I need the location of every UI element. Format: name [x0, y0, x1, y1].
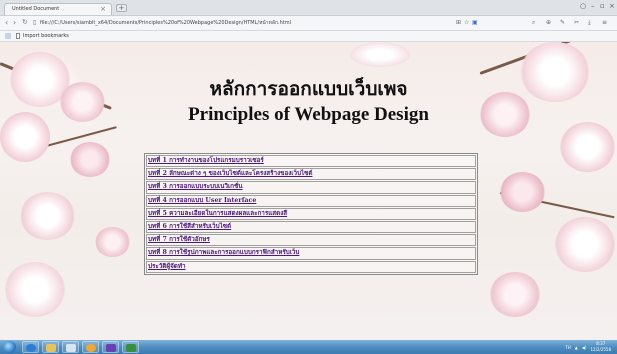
address-field[interactable] [40, 18, 480, 28]
blossom-decoration [350, 42, 410, 67]
taskbar-app-button[interactable] [82, 341, 99, 353]
table-cell: บทที่ 5 ความละเอียดในการแสดงผลและการแสดง… [146, 207, 476, 220]
taskbar-app-button[interactable] [62, 341, 79, 353]
chapter-table: บทที่ 1 การทำงานของโปรแกรมบราวเซอร์ บทที… [144, 153, 478, 275]
bookmarks-bar: Import bookmarks [0, 31, 617, 42]
blossom-decoration [20, 192, 75, 240]
table-cell: บทที่ 3 การออกแบบระบบเนวิเกชั่น [146, 181, 476, 194]
table-row: บทที่ 4 การออกแบบ User Interface [146, 194, 476, 207]
clock-date: 12/2/2558 [590, 347, 611, 352]
bookmark-label: Import bookmarks [23, 33, 69, 39]
blossom-decoration [95, 227, 130, 257]
toolbar-icon[interactable]: ✎ [560, 19, 565, 26]
start-button[interactable] [3, 341, 16, 353]
page-icon: ▯ [33, 19, 37, 26]
search-icon[interactable]: ⌕ [532, 19, 535, 26]
chrome-icon [86, 344, 96, 352]
blossom-decoration [490, 272, 540, 317]
document-icon [16, 33, 20, 39]
table-cell: ประวัติผู้จัดทำ [146, 260, 476, 273]
table-cell: บทที่ 4 การออกแบบ User Interface [146, 194, 476, 207]
blossom-decoration [500, 172, 545, 212]
network-icon[interactable]: ▲ [575, 345, 578, 350]
chapter-1-link[interactable]: บทที่ 1 การทำงานของโปรแกรมบราวเซอร์ [148, 157, 264, 164]
table-cell: บทที่ 7 การใช้ตัวอักษร [146, 234, 476, 247]
blossom-decoration [70, 142, 110, 177]
taskbar-app-button[interactable] [22, 341, 39, 353]
clock[interactable]: 8:37 12/2/2558 [590, 341, 611, 353]
author-history-link[interactable]: ประวัติผู้จัดทำ [148, 263, 186, 270]
table-row: บทที่ 1 การทำงานของโปรแกรมบราวเซอร์ [146, 155, 476, 168]
clock-time: 8:37 [596, 341, 606, 346]
close-window-icon[interactable]: × [609, 2, 615, 11]
chapter-3-link[interactable]: บทที่ 3 การออกแบบระบบเนวิเกชั่น [148, 183, 243, 190]
menu-icon[interactable]: ≡ [602, 19, 607, 26]
media-icon [106, 344, 116, 352]
navigation-bar: ‹ › ↻ ▯ ⊞ ☆ ▣ ⌕ ⊕ ✎ ✂ ⤓ ≡ [0, 16, 617, 31]
chapter-7-link[interactable]: บทที่ 7 การใช้ตัวอักษร [148, 236, 210, 243]
blossom-decoration [5, 262, 65, 317]
table-row: บทที่ 2 ลักษณะต่าง ๆ ของเว็บไซต์และโครงส… [146, 168, 476, 181]
table-row: บทที่ 7 การใช้ตัวอักษร [146, 234, 476, 247]
table-row: บทที่ 8 การใช้รูปภาพและการออกแบบกราฟิกสำ… [146, 247, 476, 260]
volume-icon[interactable]: ◀) [582, 345, 587, 350]
chapter-6-link[interactable]: บทที่ 6 การใช้สีสำหรับเว็บไซต์ [148, 223, 231, 230]
new-tab-button[interactable]: + [116, 4, 127, 12]
toolbar-icon[interactable]: ⊕ [546, 19, 551, 26]
toolbar-icon[interactable]: ✂ [574, 19, 579, 26]
page-title-english: Principles of Webpage Design [188, 104, 429, 125]
table-cell: บทที่ 6 การใช้สีสำหรับเว็บไซต์ [146, 220, 476, 234]
table-row: บทที่ 6 การใช้สีสำหรับเว็บไซต์ [146, 220, 476, 234]
folder-icon [46, 344, 56, 352]
close-tab-icon[interactable]: × [100, 5, 106, 13]
download-icon[interactable]: ⤓ [588, 19, 591, 26]
taskbar-app-button[interactable] [42, 341, 59, 353]
minimize-icon[interactable]: – [591, 2, 595, 11]
table-cell: บทที่ 2 ลักษณะต่าง ๆ ของเว็บไซต์และโครงส… [146, 168, 476, 181]
blossom-decoration [560, 122, 615, 172]
chapter-8-link[interactable]: บทที่ 8 การใช้รูปภาพและการออกแบบกราฟิกสำ… [148, 249, 299, 256]
chapter-2-link[interactable]: บทที่ 2 ลักษณะต่าง ๆ ของเว็บไซต์และโครงส… [148, 170, 313, 177]
taskbar-app-button[interactable] [102, 341, 119, 353]
maximize-icon[interactable]: ▫ [600, 2, 605, 11]
chapter-4-link[interactable]: บทที่ 4 การออกแบบ User Interface [148, 197, 256, 204]
table-cell: บทที่ 1 การทำงานของโปรแกรมบราวเซอร์ [146, 155, 476, 168]
tab-untitled-document[interactable]: Untitled Document × [4, 3, 112, 15]
back-icon[interactable]: ‹ [5, 18, 8, 27]
table-row: ประวัติผู้จัดทำ [146, 260, 476, 273]
bookmark-star-icon[interactable]: ☆ [464, 19, 469, 26]
forward-icon[interactable]: › [13, 18, 16, 27]
extension-icon[interactable]: ▣ [472, 19, 478, 26]
chapter-5-link[interactable]: บทที่ 5 ความละเอียดในการแสดงผลและการแสดง… [148, 210, 287, 217]
taskbar-app-button[interactable] [122, 341, 139, 353]
table-row: บทที่ 3 การออกแบบระบบเนวิเกชั่น [146, 181, 476, 194]
bookmark-item[interactable]: Import bookmarks [16, 32, 69, 40]
page-viewport: หลักการออกแบบเว็บเพจ Principles of Webpa… [0, 42, 617, 340]
translate-icon[interactable]: ⊞ [456, 19, 461, 26]
apps-icon[interactable] [5, 33, 11, 39]
tab-title: Untitled Document [12, 6, 60, 12]
reload-icon[interactable]: ↻ [22, 18, 28, 27]
table-cell: บทที่ 8 การใช้รูปภาพและการออกแบบกราฟิกสำ… [146, 247, 476, 260]
user-icon[interactable]: ○ [580, 2, 586, 11]
internet-explorer-icon [26, 344, 36, 352]
system-tray: TH ▲ ◀) 8:37 12/2/2558 [565, 341, 611, 353]
document-icon [66, 344, 76, 352]
taskbar: TH ▲ ◀) 8:37 12/2/2558 [0, 340, 617, 354]
blossom-decoration [555, 217, 615, 272]
table-row: บทที่ 5 ความละเอียดในการแสดงผลและการแสดง… [146, 207, 476, 220]
page-title-thai: หลักการออกแบบเว็บเพจ [209, 78, 408, 100]
language-indicator[interactable]: TH [565, 345, 570, 350]
dreamweaver-icon [126, 344, 136, 352]
tab-strip: Untitled Document × + ○ – ▫ × [0, 0, 617, 16]
